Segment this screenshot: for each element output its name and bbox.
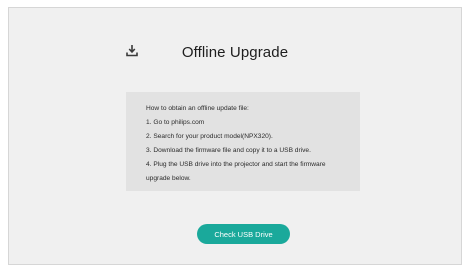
page-title: Offline Upgrade <box>181 44 289 61</box>
check-usb-drive-button[interactable]: Check USB Drive <box>197 224 290 244</box>
instruction-step: 1. Go to philips.com <box>146 119 205 126</box>
instructions-panel: How to obtain an offline update file: 1.… <box>126 92 360 191</box>
title-row: Offline Upgrade <box>9 44 461 64</box>
offline-upgrade-screen: Offline Upgrade How to obtain an offline… <box>8 7 462 265</box>
instruction-step: 4. Plug the USB drive into the projector… <box>146 161 326 168</box>
instruction-step: 2. Search for your product model(NPX320)… <box>146 133 273 140</box>
instruction-step: upgrade below. <box>146 175 191 182</box>
instruction-step: 3. Download the firmware file and copy i… <box>146 147 311 154</box>
instructions-heading: How to obtain an offline update file: <box>146 105 249 112</box>
